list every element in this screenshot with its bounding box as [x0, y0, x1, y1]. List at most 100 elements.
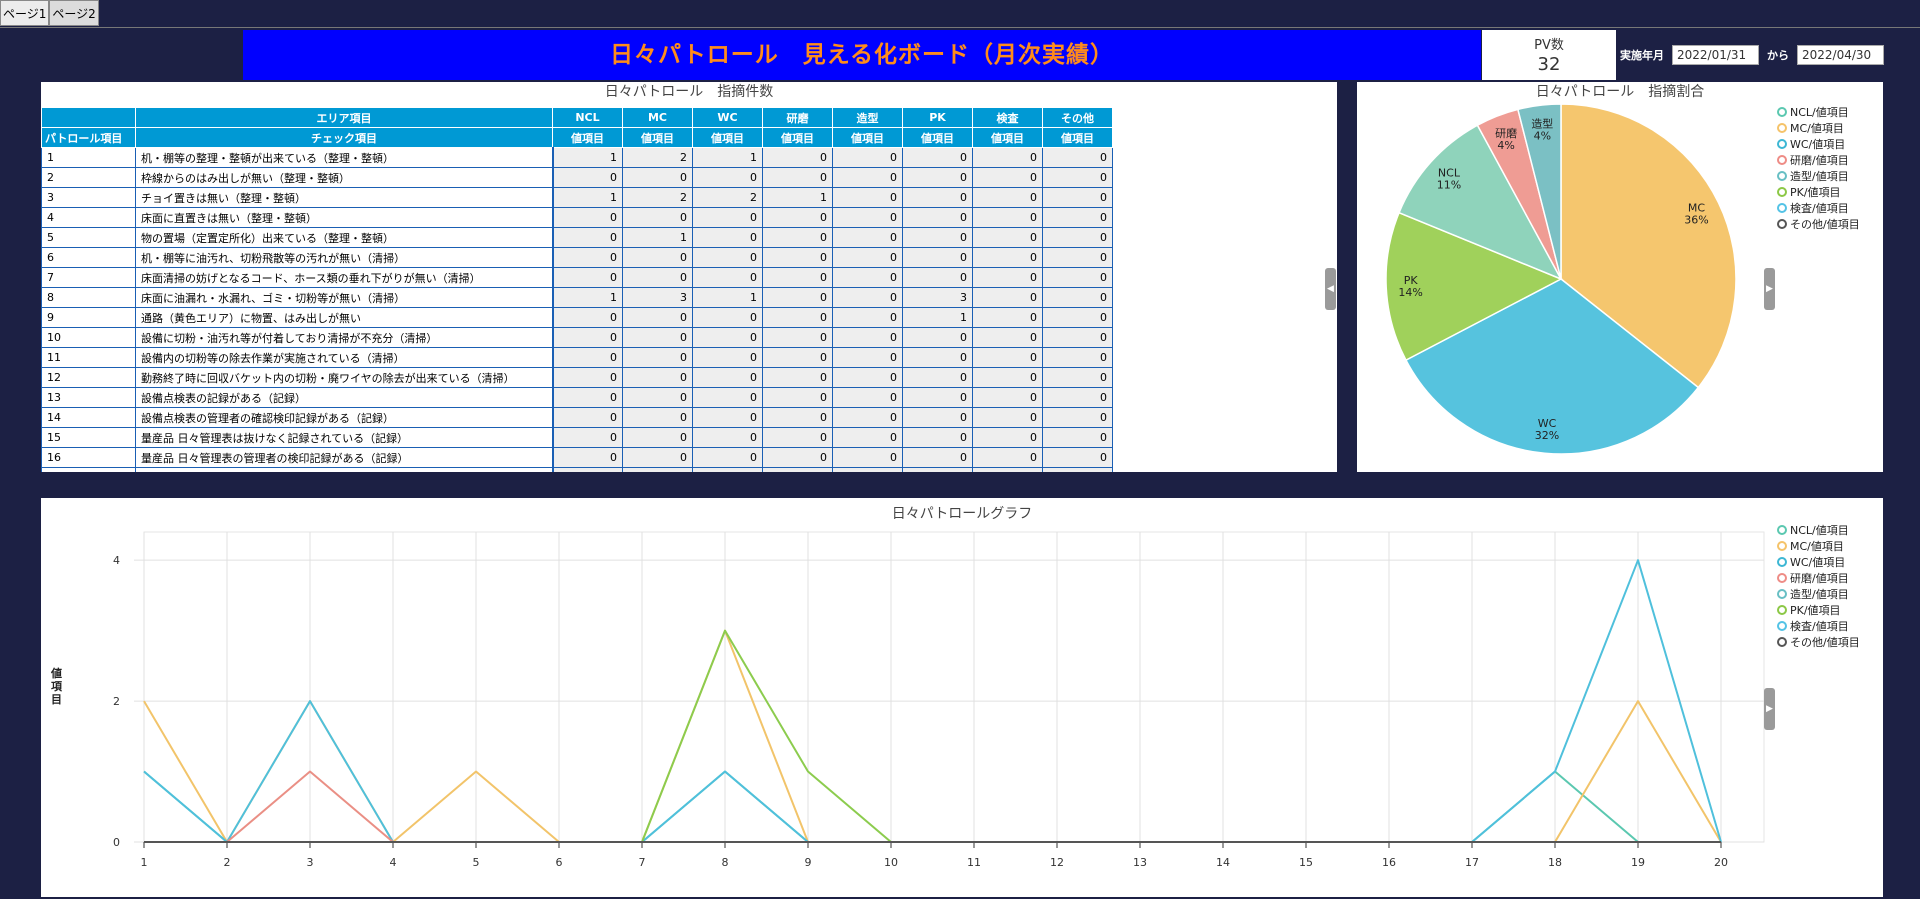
- table-row[interactable]: 13 設備点検表の記録がある（記録） 0 0 0 0 0 0 0 0: [41, 387, 1113, 408]
- count-cell: 0: [551, 347, 623, 368]
- count-cell: 0: [622, 407, 693, 428]
- legend-item[interactable]: 研磨/値項目: [1777, 570, 1860, 586]
- legend-item[interactable]: MC/値項目: [1777, 538, 1860, 554]
- check-item-label: チョイ置きは無い（整理・整頓）: [135, 187, 553, 208]
- page-tabs: ページ1 ページ2: [0, 0, 99, 26]
- count-cell: 0: [692, 227, 763, 248]
- pie-slice-label: 造型 4%: [1531, 117, 1553, 143]
- col-header-pk[interactable]: PK: [902, 107, 973, 128]
- divider: [0, 27, 1920, 28]
- count-cell: 0: [902, 367, 973, 388]
- table-row[interactable]: 16 量産品 日々管理表の管理者の検印記録がある（記録） 0 0 0 0 0 0 0 0: [41, 447, 1113, 468]
- legend-marker-icon: [1777, 123, 1787, 133]
- col-header-mc[interactable]: MC: [622, 107, 693, 128]
- legend-marker-icon: [1777, 171, 1787, 181]
- col-header-other[interactable]: その他: [1042, 107, 1113, 128]
- findings-table-scroll[interactable]: エリア項目 NCL MC WC 研磨 造型 PK 検査 その他 パトロール項目 …: [41, 107, 1113, 472]
- col-header-molding[interactable]: 造型: [832, 107, 903, 128]
- legend-item[interactable]: PK/値項目: [1777, 602, 1860, 618]
- count-cell: 0: [1042, 147, 1113, 168]
- legend-item[interactable]: その他/値項目: [1777, 634, 1860, 650]
- count-cell: 0: [832, 207, 903, 228]
- legend-label: WC/値項目: [1790, 556, 1846, 569]
- count-cell: 1: [692, 147, 763, 168]
- legend-item[interactable]: NCL/値項目: [1777, 522, 1860, 538]
- count-cell: 0: [762, 267, 833, 288]
- legend-label: PK/値項目: [1790, 186, 1841, 199]
- value-header: 値項目: [552, 127, 623, 148]
- legend-item[interactable]: 造型/値項目: [1777, 168, 1860, 184]
- date-range-filter: 実施年月 2022/01/31 から 2022/04/30: [1618, 44, 1884, 66]
- col-header-inspection[interactable]: 検査: [972, 107, 1043, 128]
- count-cell: 0: [972, 187, 1043, 208]
- col-header-grinding[interactable]: 研磨: [762, 107, 833, 128]
- count-cell: 0: [1042, 467, 1113, 472]
- table-row[interactable]: 1 机・棚等の整理・整頓が出来ている（整理・整頓） 1 2 1 0 0 0 0 0: [41, 147, 1113, 168]
- y-tick-label: 4: [113, 554, 120, 567]
- count-cell: 0: [692, 307, 763, 328]
- count-cell: 0: [972, 467, 1043, 472]
- collapse-left-handle[interactable]: ◀: [1325, 268, 1336, 310]
- count-cell: 0: [762, 167, 833, 188]
- count-cell: 0: [551, 327, 623, 348]
- legend-item[interactable]: NCL/値項目: [1777, 104, 1860, 120]
- table-row[interactable]: 5 物の置場（定置定所化）出来ている（整理・整頓） 0 1 0 0 0 0 0 0: [41, 227, 1113, 248]
- count-cell: 0: [1042, 447, 1113, 468]
- expand-right-handle[interactable]: ▶: [1764, 268, 1775, 310]
- legend-item[interactable]: 研磨/値項目: [1777, 152, 1860, 168]
- date-from-input[interactable]: 2022/01/31: [1672, 45, 1759, 65]
- expand-right-handle[interactable]: ▶: [1764, 688, 1775, 730]
- count-cell: 0: [551, 407, 623, 428]
- legend-item[interactable]: 検査/値項目: [1777, 618, 1860, 634]
- legend-item[interactable]: 造型/値項目: [1777, 586, 1860, 602]
- legend-item[interactable]: MC/値項目: [1777, 120, 1860, 136]
- table-row[interactable]: 3 チョイ置きは無い（整理・整頓） 1 2 2 1 0 0 0 0: [41, 187, 1113, 208]
- table-row[interactable]: 7 床面清掃の妨げとなるコード、ホース類の垂れ下がりが無い（清掃） 0 0 0 0 0 0 0 0: [41, 267, 1113, 288]
- count-cell: 0: [902, 327, 973, 348]
- check-item-label: 床面に直置きは無い（整理・整頓）: [135, 207, 553, 228]
- table-row[interactable]: 14 設備点検表の管理者の確認検印記録がある（記録） 0 0 0 0 0 0 0 0: [41, 407, 1113, 428]
- legend-label: その他/値項目: [1790, 218, 1860, 231]
- x-tick-label: 6: [556, 856, 563, 869]
- legend-marker-icon: [1777, 525, 1787, 535]
- table-row[interactable]: 15 量産品 日々管理表は抜けなく記録されている（記録） 0 0 0 0 0 0 0 0: [41, 427, 1113, 448]
- count-cell: 0: [832, 147, 903, 168]
- count-cell: 0: [622, 267, 693, 288]
- table-row[interactable]: 12 勤務終了時に回収バケット内の切粉・廃ワイヤの除去が出来ている（清掃） 0 0 0 0…: [41, 367, 1113, 388]
- check-item-label: 机・棚等に油汚れ、切粉飛散等の汚れが無い（清掃）: [135, 247, 553, 268]
- check-item-label: 物の置場（定置定所化）出来ている（整理・整頓）: [135, 227, 553, 248]
- legend-item[interactable]: WC/値項目: [1777, 554, 1860, 570]
- table-row[interactable]: 2 枠線からのはみ出しが無い（整理・整頓） 0 0 0 0 0 0 0 0: [41, 167, 1113, 188]
- check-item-label: 机・棚等の整理・整頓が出来ている（整理・整頓）: [135, 147, 553, 168]
- row-number: 10: [41, 327, 136, 348]
- col-header-wc[interactable]: WC: [692, 107, 763, 128]
- count-cell: 0: [1042, 207, 1113, 228]
- legend-item[interactable]: WC/値項目: [1777, 136, 1860, 152]
- table-row[interactable]: 11 設備内の切粉等の除去作業が実施されている（清掃） 0 0 0 0 0 0 0 0: [41, 347, 1113, 368]
- page-title: 日々パトロール 見える化ボード（月次実績）: [243, 30, 1481, 80]
- value-header: 値項目: [692, 127, 763, 148]
- tab-page1[interactable]: ページ1: [0, 0, 50, 26]
- count-cell: 0: [692, 387, 763, 408]
- count-cell: 0: [902, 447, 973, 468]
- table-row[interactable]: 10 設備に切粉・油汚れ等が付着しており清掃が不充分（清掃） 0 0 0 0 0 0 0 0: [41, 327, 1113, 348]
- table-row[interactable]: 9 通路（黄色エリア）に物置、はみ出しが無い 0 0 0 0 0 1 0 0: [41, 307, 1113, 328]
- table-row[interactable]: 8 床面に油漏れ・水漏れ、ゴミ・切粉等が無い（清掃） 1 3 1 0 0 3 0 0: [41, 287, 1113, 308]
- legend-item[interactable]: 検査/値項目: [1777, 200, 1860, 216]
- legend-marker-icon: [1777, 155, 1787, 165]
- table-row[interactable]: 4 床面に直置きは無い（整理・整頓） 0 0 0 0 0 0 0 0: [41, 207, 1113, 228]
- date-to-input[interactable]: 2022/04/30: [1797, 45, 1884, 65]
- table-row[interactable]: 6 机・棚等に油汚れ、切粉飛散等の汚れが無い（清掃） 0 0 0 0 0 0 0 0: [41, 247, 1113, 268]
- count-cell: 0: [972, 307, 1043, 328]
- legend-item[interactable]: PK/値項目: [1777, 184, 1860, 200]
- count-cell: 1: [551, 187, 623, 208]
- legend-item[interactable]: その他/値項目: [1777, 216, 1860, 232]
- count-cell: 0: [972, 427, 1043, 448]
- tab-page2[interactable]: ページ2: [49, 0, 99, 26]
- table-row[interactable]: 1700000000: [41, 467, 1113, 472]
- value-header: 値項目: [832, 127, 903, 148]
- count-cell: 0: [902, 227, 973, 248]
- count-cell: 0: [972, 367, 1043, 388]
- col-header-ncl[interactable]: NCL: [552, 107, 623, 128]
- value-header: 値項目: [1042, 127, 1113, 148]
